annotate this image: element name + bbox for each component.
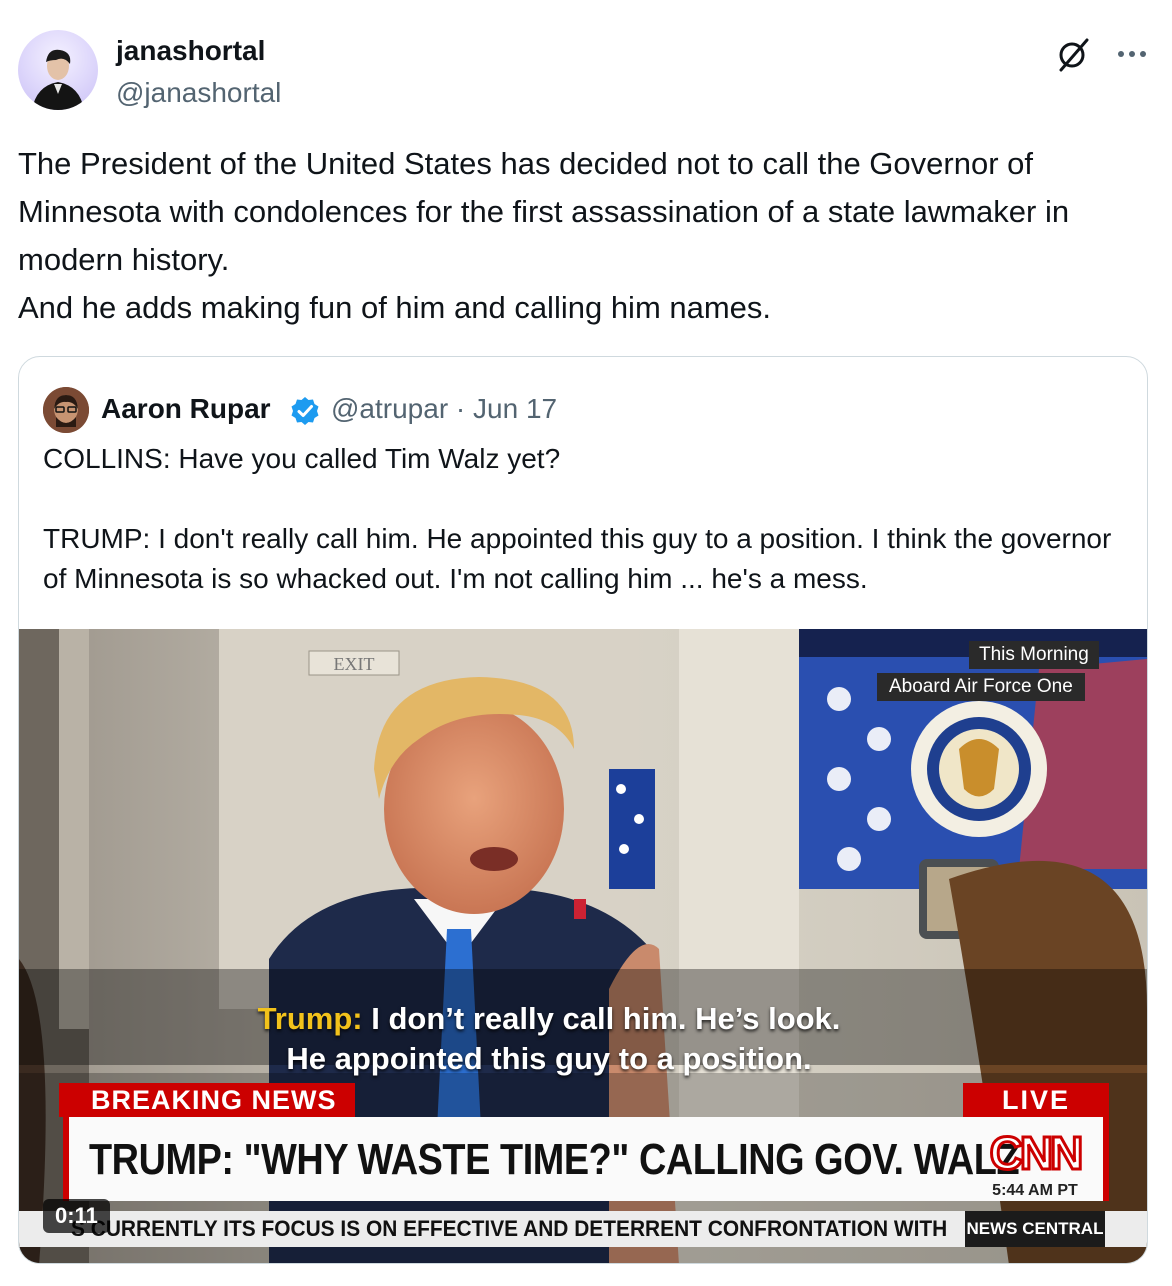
caption-line-1: I don’t really call him. He’s look. <box>371 1001 841 1036</box>
quote-text: COLLINS: Have you called Tim Walz yet? T… <box>43 443 1112 594</box>
post-text: The President of the United States has d… <box>18 146 1070 325</box>
video-player[interactable]: EXIT This Morning Aboard Air Force One T… <box>19 629 1147 1263</box>
headline-text: TRUMP: "WHY WASTE TIME?" CALLING GOV. WA… <box>89 1135 1020 1184</box>
quote-meta[interactable]: @atrupar · Jun 17 <box>331 391 557 427</box>
breaking-news-label: BREAKING NEWS <box>59 1083 355 1117</box>
overlay-this-morning: This Morning <box>969 641 1099 669</box>
grok-icon[interactable] <box>1052 32 1096 76</box>
author-handle[interactable]: @janashortal <box>116 76 281 110</box>
verified-badge-icon <box>289 395 321 427</box>
video-duration: 0:11 <box>43 1199 110 1233</box>
quote-author-avatar[interactable] <box>43 387 89 433</box>
broadcast-time: 5:44 AM PT <box>992 1182 1078 1199</box>
cnn-logo-icon: CNN <box>983 1125 1087 1178</box>
news-central-label: NEWS CENTRAL <box>965 1211 1105 1247</box>
author-name[interactable]: janashortal <box>116 33 265 69</box>
caption-line-2: He appointed this guy to a position. <box>286 1041 812 1076</box>
avatar-image <box>32 49 84 110</box>
quote-author-name[interactable]: Aaron Rupar <box>101 391 271 427</box>
more-options-icon[interactable] <box>1112 34 1152 74</box>
caption-speaker: Trump: <box>257 1001 363 1036</box>
exit-sign: EXIT <box>334 654 375 674</box>
ticker-text: S CURRENTLY ITS FOCUS IS ON EFFECTIVE AN… <box>71 1216 948 1241</box>
author-avatar[interactable] <box>18 30 98 110</box>
quoted-tweet[interactable]: Aaron Rupar @atrupar · Jun 17 COLLINS: H… <box>18 356 1148 1264</box>
cnn-logo-text: CNN <box>990 1127 1081 1177</box>
video-caption: Trump: I don’t really call him. He’s loo… <box>159 999 939 1079</box>
live-label: LIVE <box>963 1083 1109 1117</box>
overlay-air-force-one: Aboard Air Force One <box>877 673 1085 701</box>
